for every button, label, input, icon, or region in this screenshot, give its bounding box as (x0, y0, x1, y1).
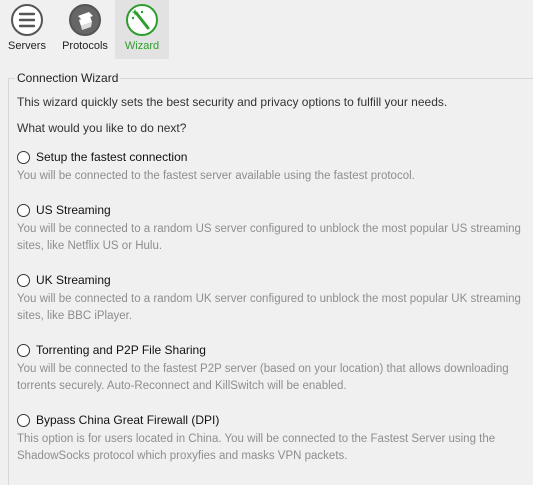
radio-button[interactable] (17, 150, 30, 164)
option-bypass-china-firewall: Bypass China Great Firewall (DPI) This o… (17, 412, 527, 465)
wizard-intro-text: This wizard quickly sets the best securi… (17, 95, 448, 109)
option-fastest-connection-radio-row[interactable]: Setup the fastest connection (17, 149, 527, 165)
wizard-tab-label: Wizard (124, 40, 160, 52)
option-label: Bypass China Great Firewall (DPI) (36, 413, 220, 427)
option-bypass-china-firewall-radio-row[interactable]: Bypass China Great Firewall (DPI) (17, 412, 527, 428)
toolbar: Servers Protocols Wizard (0, 0, 533, 59)
option-torrenting-p2p: Torrenting and P2P File Sharing You will… (17, 342, 527, 395)
option-fastest-connection: Setup the fastest connection You will be… (17, 149, 527, 185)
option-label: Setup the fastest connection (36, 150, 188, 164)
option-label: Torrenting and P2P File Sharing (36, 343, 206, 357)
option-description: This option is for users located in Chin… (17, 433, 496, 462)
option-uk-streaming: UK Streaming You will be connected to a … (17, 272, 527, 325)
group-title: Connection Wizard (15, 71, 121, 85)
vpn-wizard-window: Servers Protocols Wizard Connection Wiza… (0, 0, 533, 485)
servers-tab-label: Servers (8, 40, 46, 52)
list-icon (11, 4, 43, 36)
servers-tab[interactable]: Servers (4, 0, 50, 59)
shield-protocol-icon (69, 4, 101, 36)
option-description: You will be connected to a random UK ser… (17, 293, 521, 322)
radio-button[interactable] (17, 203, 30, 217)
wizard-tab[interactable]: Wizard (115, 0, 169, 59)
option-description: You will be connected to the fastest ser… (17, 170, 415, 182)
option-label: UK Streaming (36, 273, 111, 287)
protocols-tab-label: Protocols (62, 40, 108, 52)
option-us-streaming: US Streaming You will be connected to a … (17, 202, 527, 255)
option-torrenting-p2p-radio-row[interactable]: Torrenting and P2P File Sharing (17, 342, 527, 358)
protocols-tab[interactable]: Protocols (58, 0, 112, 59)
radio-button[interactable] (17, 343, 30, 357)
option-us-streaming-radio-row[interactable]: US Streaming (17, 202, 527, 218)
radio-button[interactable] (17, 273, 30, 287)
option-label: US Streaming (36, 203, 111, 217)
radio-button[interactable] (17, 413, 30, 427)
wizard-question: What would you like to do next? (17, 121, 187, 135)
magic-wand-icon (126, 4, 158, 36)
option-uk-streaming-radio-row[interactable]: UK Streaming (17, 272, 527, 288)
option-description: You will be connected to the fastest P2P… (17, 363, 509, 392)
option-description: You will be connected to a random US ser… (17, 223, 521, 252)
